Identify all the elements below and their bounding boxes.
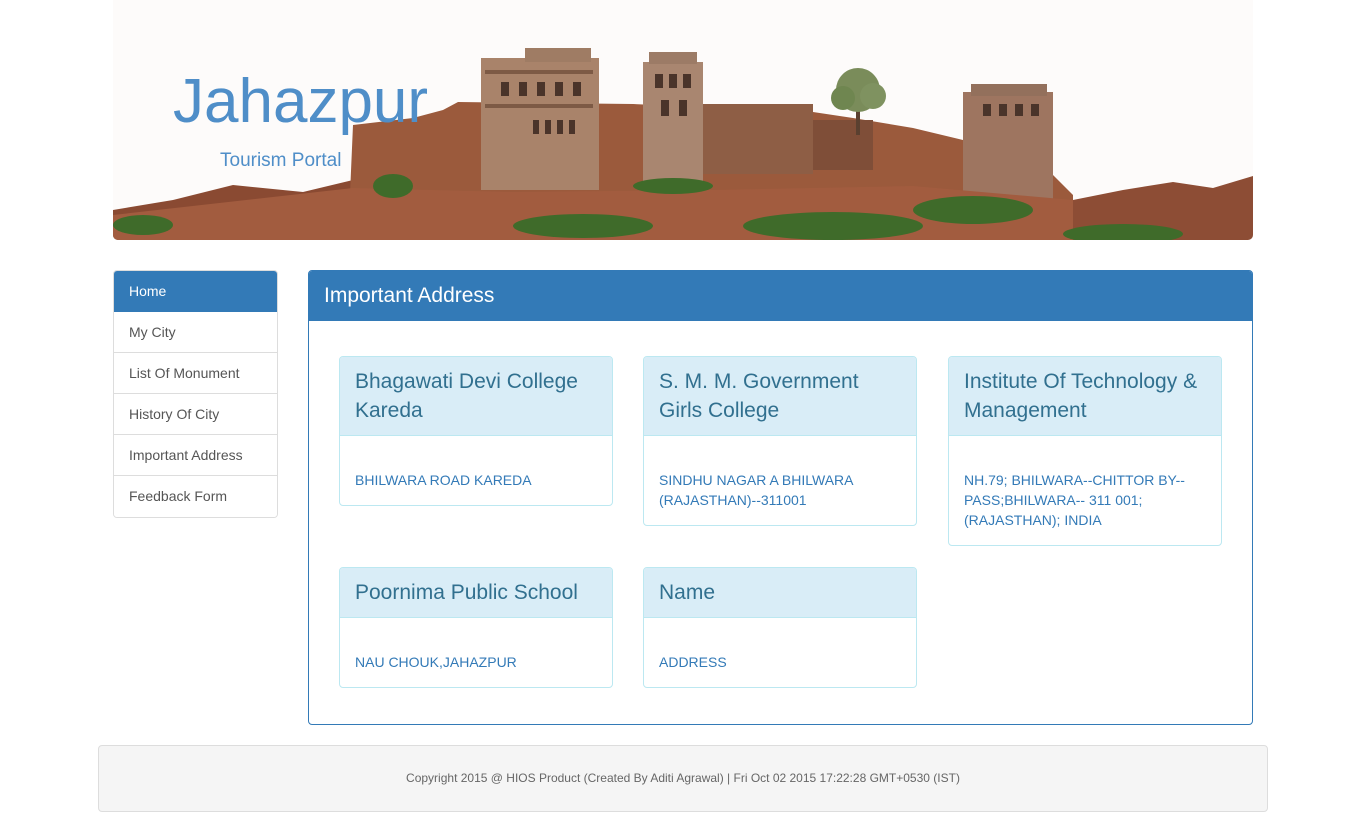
address-card-address: NH.79; BHILWARA--CHITTOR BY--PASS;BHILWA… [964,472,1185,528]
address-card-address: BHILWARA ROAD KAREDA [355,472,532,488]
sidebar-item-important-address[interactable]: Important Address [114,435,277,476]
address-card-address: NAU CHOUK,JAHAZPUR [355,654,517,670]
address-card-address: ADDRESS [659,654,727,670]
address-card-name: Bhagawati Devi College Kareda [340,357,612,436]
important-address-panel: Important Address Bhagawati Devi College… [308,270,1253,725]
address-card-name: S. M. M. Government Girls College [644,357,916,436]
address-card: Institute Of Technology & Management NH.… [948,356,1222,546]
header-banner: Jahazpur Tourism Portal [113,0,1253,240]
sidebar-item-feedback-form[interactable]: Feedback Form [114,476,277,517]
panel-title: Important Address [309,271,1252,321]
address-card: S. M. M. Government Girls College SINDHU… [643,356,917,526]
address-card-name: Institute Of Technology & Management [949,357,1221,436]
sidebar-item-history-of-city[interactable]: History Of City [114,394,277,435]
address-card: Poornima Public School NAU CHOUK,JAHAZPU… [339,567,613,688]
sidebar-item-list-of-monument[interactable]: List Of Monument [114,353,277,394]
sidebar-nav: Home My City List Of Monument History Of… [113,270,278,518]
sidebar-item-my-city[interactable]: My City [114,312,277,353]
footer: Copyright 2015 @ HIOS Product (Created B… [98,745,1268,812]
address-card: Bhagawati Devi College Kareda BHILWARA R… [339,356,613,506]
address-card-name: Poornima Public School [340,568,612,618]
site-title: Jahazpur [173,67,429,136]
address-card-name: Name [644,568,916,618]
sidebar-item-home[interactable]: Home [114,271,277,312]
address-card: Name ADDRESS [643,567,917,688]
footer-copyright: Copyright 2015 @ HIOS Product (Created B… [406,771,960,785]
address-card-address: SINDHU NAGAR A BHILWARA (RAJASTHAN)--311… [659,472,853,508]
site-subtitle: Tourism Portal [220,150,342,171]
